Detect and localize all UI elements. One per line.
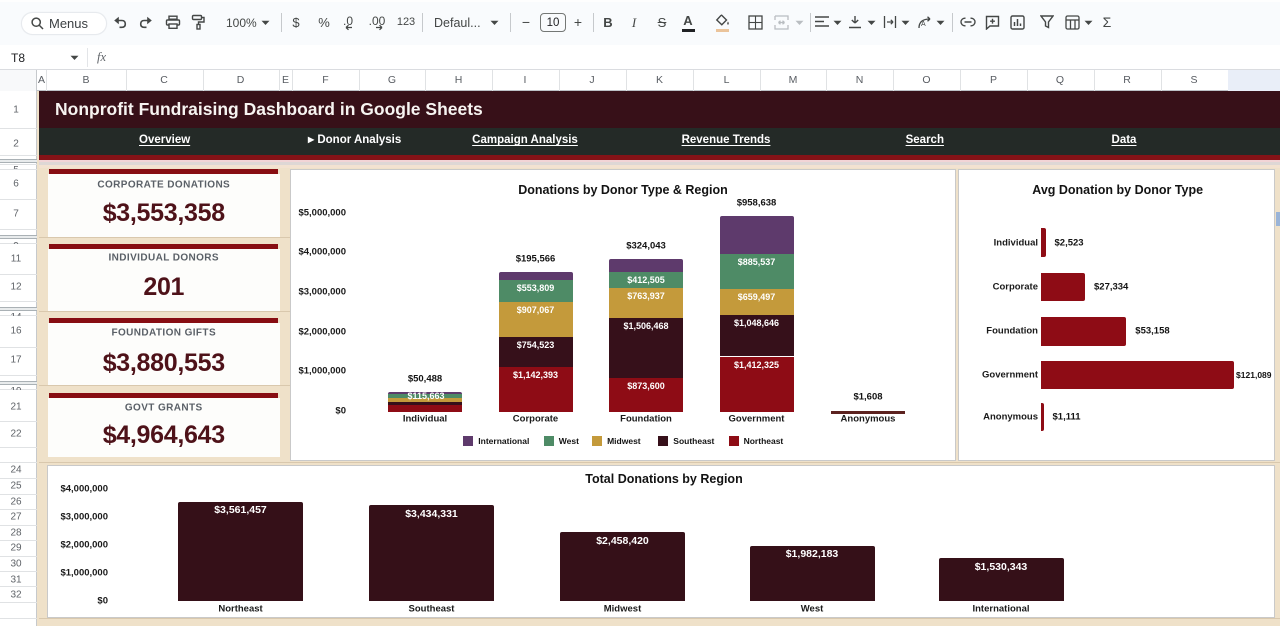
svg-text:A: A xyxy=(921,21,926,28)
